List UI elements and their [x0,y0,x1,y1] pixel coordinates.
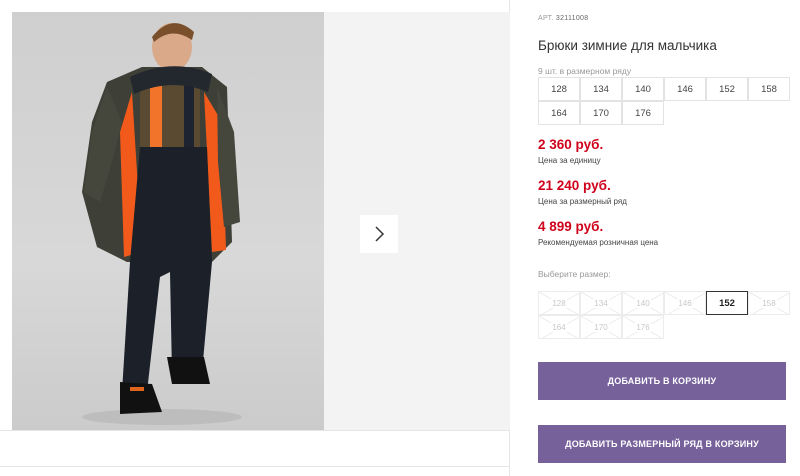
size-option-disabled: 146 [664,291,706,315]
size-option-disabled: 128 [538,291,580,315]
size-count: 9 шт. в размерном ряду [538,66,632,76]
gallery-divider [0,430,510,431]
size-option-label: 152 [718,297,736,309]
retail-price: 4 899 руб. [538,219,604,234]
add-pack-to-cart-button[interactable]: ДОБАВИТЬ РАЗМЕРНЫЙ РЯД В КОРЗИНУ [538,425,786,463]
size-range-cell: 134 [580,77,622,101]
retail-price-label: Рекомендуемая розничная цена [538,238,659,247]
size-option-label: 170 [593,322,609,332]
article: АРТ. 32111008 [538,15,588,22]
size-option-label: 140 [635,298,651,308]
size-option-disabled: 170 [580,315,622,339]
size-option-label: 128 [551,298,567,308]
unit-price-label: Цена за единицу [538,156,601,165]
add-to-cart-button[interactable]: ДОБАВИТЬ В КОРЗИНУ [538,362,786,400]
size-range-cell: 170 [580,101,622,125]
size-option-label: 164 [551,322,567,332]
size-option-disabled: 164 [538,315,580,339]
size-range-cell: 128 [538,77,580,101]
article-number: 32111008 [555,15,589,22]
product-photo[interactable] [12,12,324,430]
size-option-label: 176 [635,322,651,332]
size-range-cell: 176 [622,101,664,125]
gallery-next-button[interactable] [360,215,398,253]
size-range-cell: 140 [622,77,664,101]
choose-size-label: Выберите размер: [538,269,611,279]
pack-price: 21 240 руб. [538,178,611,193]
size-option-label: 158 [761,298,777,308]
size-option-disabled: 158 [748,291,790,315]
unit-price: 2 360 руб. [538,137,604,152]
size-option-disabled: 176 [622,315,664,339]
product-photo-illustration [82,23,242,425]
chevron-right-icon [375,226,385,242]
gallery-divider-2 [0,466,510,467]
size-range-cell: 152 [706,77,748,101]
article-label: АРТ. [538,15,554,22]
product-title: Брюки зимние для мальчика [538,38,717,53]
size-option-disabled: 140 [622,291,664,315]
size-option-label: 146 [677,298,693,308]
size-range-cell: 164 [538,101,580,125]
size-range-cell: 146 [664,77,706,101]
size-option-label: 134 [593,298,609,308]
size-option-disabled: 134 [580,291,622,315]
pack-price-label: Цена за размерный ряд [538,197,627,206]
gallery-frame [12,12,510,430]
size-option-selected[interactable]: 152 [706,291,748,315]
product-gallery [0,0,510,476]
size-range-cell: 158 [748,77,790,101]
